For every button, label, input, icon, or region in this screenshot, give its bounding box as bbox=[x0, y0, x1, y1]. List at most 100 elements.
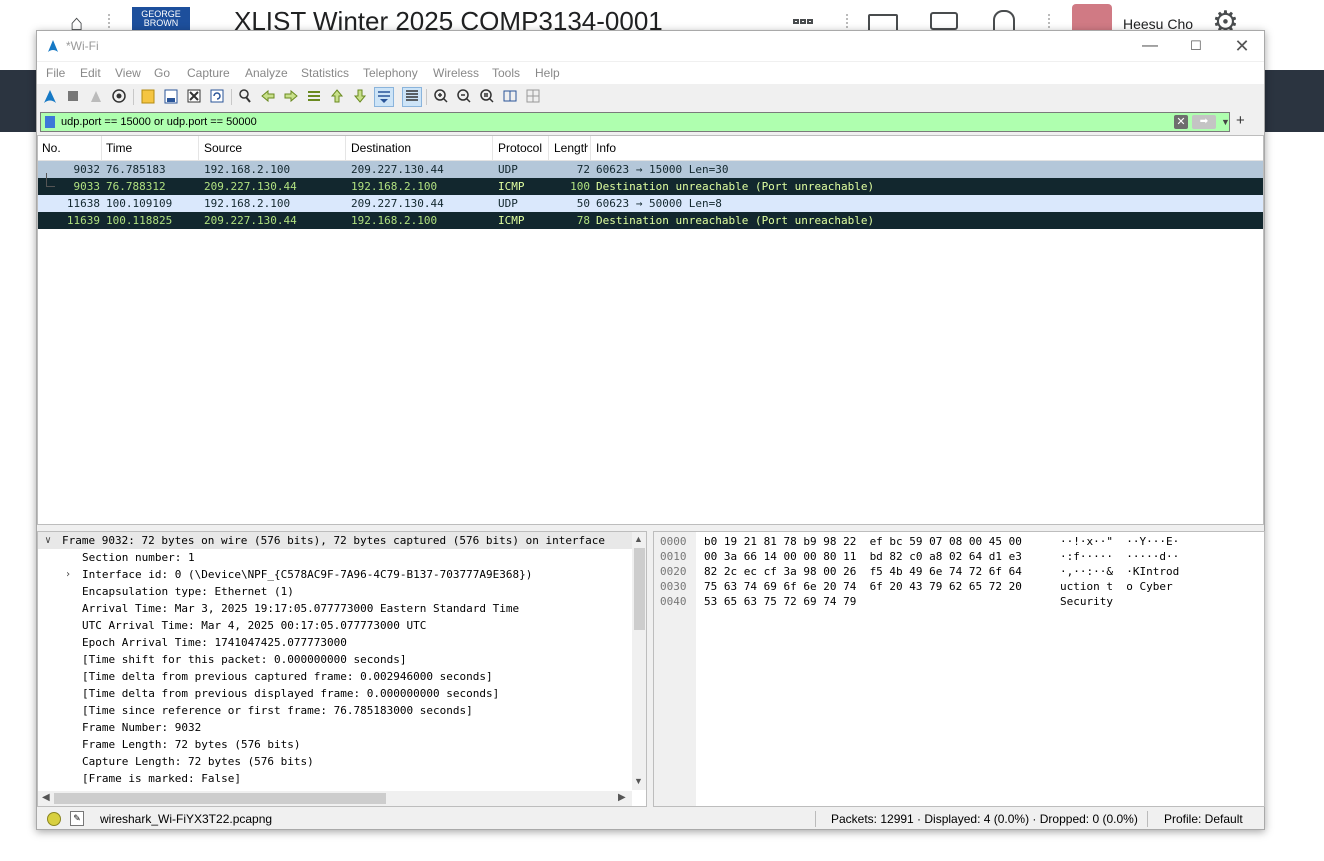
byte-hex[interactable]: 00 3a 66 14 00 00 80 11 bd 82 c0 a8 02 6… bbox=[704, 549, 1022, 564]
byte-ascii[interactable]: uction t o Cyber bbox=[1060, 579, 1179, 594]
frame-field[interactable]: [Time delta from previous displayed fram… bbox=[38, 685, 632, 702]
add-filter-button[interactable]: + bbox=[1236, 112, 1245, 130]
zoom-in-icon[interactable] bbox=[432, 88, 450, 106]
menu-go[interactable]: Go bbox=[154, 66, 170, 80]
scroll-left-icon[interactable]: ◀ bbox=[42, 792, 50, 803]
filter-dropdown-icon[interactable]: ▼ bbox=[1221, 115, 1230, 129]
resize-columns-icon[interactable] bbox=[501, 88, 519, 106]
close-file-icon[interactable] bbox=[185, 88, 203, 106]
frame-field[interactable]: Section number: 1 bbox=[38, 549, 632, 566]
column-header-protocol[interactable]: Protocol bbox=[498, 141, 542, 155]
open-file-icon[interactable] bbox=[139, 88, 157, 106]
menu-help[interactable]: Help bbox=[535, 66, 560, 80]
byte-ascii[interactable]: Security bbox=[1060, 594, 1113, 609]
column-separator[interactable] bbox=[345, 136, 346, 160]
find-packet-icon[interactable] bbox=[236, 88, 254, 106]
frame-field[interactable]: Frame Number: 9032 bbox=[38, 719, 632, 736]
collapse-arrow-icon[interactable]: ∨ bbox=[42, 532, 54, 549]
profile-selector[interactable]: Profile: Default bbox=[1164, 812, 1243, 826]
stop-capture-icon[interactable] bbox=[64, 88, 82, 106]
menu-tools[interactable]: Tools bbox=[492, 66, 520, 80]
column-separator[interactable] bbox=[101, 136, 102, 160]
byte-ascii[interactable]: ··!·x··" ··Y···E· bbox=[1060, 534, 1179, 549]
column-header-destination[interactable]: Destination bbox=[351, 141, 411, 155]
scroll-down-icon[interactable]: ▼ bbox=[634, 776, 643, 786]
details-horizontal-scrollbar[interactable]: ◀ ▶ bbox=[38, 791, 632, 806]
column-header-source[interactable]: Source bbox=[204, 141, 242, 155]
menu-wireless[interactable]: Wireless bbox=[433, 66, 479, 80]
scroll-thumb[interactable] bbox=[634, 548, 645, 630]
column-header-no[interactable]: No. bbox=[42, 141, 61, 155]
frame-field[interactable]: › Interface id: 0 (\Device\NPF_{C578AC9F-… bbox=[38, 566, 632, 583]
scroll-right-icon[interactable]: ▶ bbox=[618, 792, 626, 803]
menu-analyze[interactable]: Analyze bbox=[245, 66, 288, 80]
apply-filter-icon[interactable]: ➡ bbox=[1192, 115, 1216, 129]
packet-row[interactable]: 9032 76.785183 192.168.2.100 209.227.130.44… bbox=[38, 161, 1263, 178]
column-separator[interactable] bbox=[590, 136, 591, 160]
close-button[interactable]: ✕ bbox=[1219, 31, 1265, 61]
menu-telephony[interactable]: Telephony bbox=[363, 66, 418, 80]
title-bar[interactable]: *Wi-Fi — ☐ ✕ bbox=[37, 31, 1264, 61]
column-separator[interactable] bbox=[198, 136, 199, 160]
go-to-packet-icon[interactable] bbox=[305, 88, 323, 106]
packet-row[interactable]: 9033 76.788312 209.227.130.44 192.168.2.100… bbox=[38, 178, 1263, 195]
maximize-button[interactable]: ☐ bbox=[1173, 31, 1219, 61]
expert-info-status-icon[interactable] bbox=[47, 812, 61, 826]
frame-field[interactable]: Arrival Time: Mar 3, 2025 19:17:05.07777… bbox=[38, 600, 632, 617]
scroll-up-icon[interactable]: ▲ bbox=[634, 534, 643, 544]
layout-panes-icon[interactable] bbox=[524, 88, 542, 106]
app-grid-icon[interactable] bbox=[793, 12, 821, 42]
column-header-length[interactable]: Length bbox=[554, 141, 588, 155]
column-separator[interactable] bbox=[548, 136, 549, 160]
reload-file-icon[interactable] bbox=[208, 88, 226, 106]
frame-field[interactable]: [Time shift for this packet: 0.000000000… bbox=[38, 651, 632, 668]
byte-ascii[interactable]: ·:f····· ·····d·· bbox=[1060, 549, 1179, 564]
go-to-last-packet-icon[interactable] bbox=[351, 88, 369, 106]
scroll-thumb[interactable] bbox=[54, 793, 386, 804]
frame-field[interactable]: Frame Length: 72 bytes (576 bits) bbox=[38, 736, 632, 753]
go-forward-icon[interactable] bbox=[282, 88, 300, 106]
byte-hex[interactable]: 75 63 74 69 6f 6e 20 74 6f 20 43 79 62 6… bbox=[704, 579, 1022, 594]
packet-row[interactable]: 11639 100.118825 209.227.130.44 192.168.2.1… bbox=[38, 212, 1263, 229]
frame-field[interactable]: Epoch Arrival Time: 1741047425.077773000 bbox=[38, 634, 632, 651]
notification-bell-icon[interactable] bbox=[993, 10, 1015, 32]
restart-capture-icon[interactable] bbox=[87, 88, 105, 106]
byte-ascii[interactable]: ·,··:··& ·KIntrod bbox=[1060, 564, 1179, 579]
zoom-out-icon[interactable] bbox=[455, 88, 473, 106]
column-separator[interactable] bbox=[492, 136, 493, 160]
byte-hex[interactable]: 53 65 63 75 72 69 74 79 bbox=[704, 594, 856, 609]
byte-hex[interactable]: 82 2c ec cf 3a 98 00 26 f5 4b 49 6e 74 7… bbox=[704, 564, 1022, 579]
column-header-time[interactable]: Time bbox=[106, 141, 132, 155]
menu-edit[interactable]: Edit bbox=[80, 66, 101, 80]
minimize-button[interactable]: — bbox=[1127, 31, 1173, 61]
menu-capture[interactable]: Capture bbox=[187, 66, 230, 80]
frame-field[interactable]: [Time delta from previous captured frame… bbox=[38, 668, 632, 685]
capture-comment-icon[interactable]: ✎ bbox=[70, 811, 84, 826]
colorize-icon[interactable] bbox=[402, 87, 422, 107]
auto-scroll-icon[interactable] bbox=[374, 87, 394, 107]
start-capture-icon[interactable] bbox=[41, 88, 59, 106]
clear-filter-icon[interactable]: ✕ bbox=[1174, 115, 1188, 129]
menu-view[interactable]: View bbox=[115, 66, 141, 80]
frame-field[interactable]: [Frame is marked: False] bbox=[38, 770, 632, 787]
go-back-icon[interactable] bbox=[259, 88, 277, 106]
capture-options-icon[interactable] bbox=[110, 88, 128, 106]
expand-arrow-icon[interactable]: › bbox=[62, 566, 74, 583]
bookmark-icon[interactable] bbox=[45, 116, 55, 128]
display-filter-input[interactable] bbox=[61, 113, 1161, 131]
frame-field[interactable]: UTC Arrival Time: Mar 4, 2025 00:17:05.0… bbox=[38, 617, 632, 634]
frame-field[interactable]: [Time since reference or first frame: 76… bbox=[38, 702, 632, 719]
frame-tree-node[interactable]: ∨ Frame 9032: 72 bytes on wire (576 bits)… bbox=[38, 532, 632, 549]
menu-file[interactable]: File bbox=[46, 66, 65, 80]
frame-field[interactable]: Encapsulation type: Ethernet (1) bbox=[38, 583, 632, 600]
normal-size-icon[interactable] bbox=[478, 88, 496, 106]
details-vertical-scrollbar[interactable]: ▲ ▼ bbox=[632, 532, 646, 790]
column-header-info[interactable]: Info bbox=[596, 141, 616, 155]
chat-icon[interactable] bbox=[930, 12, 958, 30]
save-file-icon[interactable] bbox=[162, 88, 180, 106]
byte-hex[interactable]: b0 19 21 81 78 b9 98 22 ef bc 59 07 08 0… bbox=[704, 534, 1022, 549]
menu-statistics[interactable]: Statistics bbox=[301, 66, 349, 80]
packet-row[interactable]: 11638 100.109109 192.168.2.100 209.227.130.… bbox=[38, 195, 1263, 212]
go-to-first-packet-icon[interactable] bbox=[328, 88, 346, 106]
frame-field[interactable]: Capture Length: 72 bytes (576 bits) bbox=[38, 753, 632, 770]
